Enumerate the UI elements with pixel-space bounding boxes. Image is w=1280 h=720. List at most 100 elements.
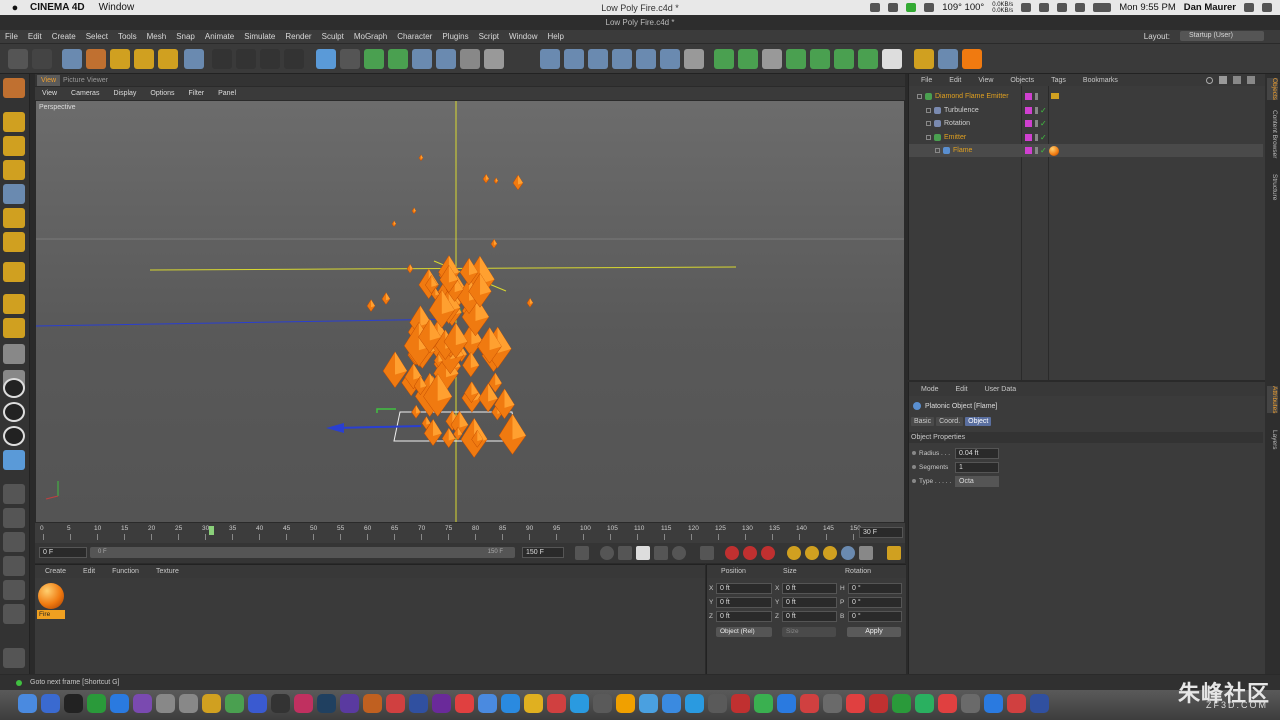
- ae-render-icon[interactable]: [455, 694, 474, 713]
- visibility-dots-icon[interactable]: [1035, 147, 1038, 154]
- snap-toggle-icon[interactable]: [938, 49, 958, 69]
- menu-plugins[interactable]: Plugins: [442, 32, 468, 41]
- uv-icon[interactable]: [3, 262, 25, 282]
- photo-icon[interactable]: [133, 694, 152, 713]
- messages-icon[interactable]: [501, 694, 520, 713]
- z-axis-lock-icon[interactable]: [3, 426, 25, 446]
- previous-key-icon[interactable]: [600, 546, 614, 560]
- enabled-check-icon[interactable]: ✓: [1040, 144, 1047, 157]
- object-name[interactable]: Flame: [953, 144, 972, 157]
- coord-position-field[interactable]: 0 ft: [716, 597, 772, 608]
- chrome-icon[interactable]: [64, 694, 83, 713]
- subdivision-surface-icon[interactable]: [364, 49, 384, 69]
- object-expand-icon[interactable]: [926, 107, 931, 113]
- lock-workplane-icon[interactable]: [3, 344, 25, 364]
- menu-mograph[interactable]: MoGraph: [354, 32, 387, 41]
- safari-icon[interactable]: [110, 694, 129, 713]
- coord-size-field[interactable]: 0 ft: [782, 583, 837, 594]
- visibility-dots-icon[interactable]: [1035, 93, 1038, 100]
- coord-mode-select[interactable]: Object (Rel): [716, 627, 772, 637]
- coord-rotation-field[interactable]: 0 °: [848, 597, 902, 608]
- cut-icon[interactable]: [3, 580, 25, 600]
- audition-icon[interactable]: [317, 694, 336, 713]
- object-row[interactable]: Diamond Flame Emitter: [909, 90, 1263, 103]
- undo-icon[interactable]: [8, 49, 28, 69]
- object-row[interactable]: Rotation ✓: [909, 117, 1263, 130]
- premiere-icon[interactable]: [340, 694, 359, 713]
- render-settings-icon[interactable]: [284, 49, 304, 69]
- attr-menu-mode[interactable]: Mode: [921, 386, 939, 393]
- menu-simulate[interactable]: Simulate: [244, 32, 275, 41]
- davinci-icon[interactable]: [294, 694, 313, 713]
- itunes-icon[interactable]: [593, 694, 612, 713]
- go-to-end-icon[interactable]: [700, 546, 714, 560]
- ical-icon[interactable]: [616, 694, 635, 713]
- side-tab-attributes[interactable]: Attributes: [1267, 386, 1278, 414]
- search-icon[interactable]: [1206, 77, 1213, 84]
- enabled-check-icon[interactable]: ✓: [1040, 104, 1047, 117]
- material-swatch[interactable]: Fire: [37, 582, 65, 620]
- evernote-icon[interactable]: [87, 694, 106, 713]
- layer-color-swatch[interactable]: [1025, 147, 1032, 154]
- object-menu-view[interactable]: View: [978, 77, 993, 84]
- ibooks-icon[interactable]: [524, 694, 543, 713]
- after-effects-icon[interactable]: [432, 694, 451, 713]
- photoshop-icon[interactable]: [409, 694, 428, 713]
- object-name[interactable]: Emitter: [944, 131, 966, 144]
- timeline-window-icon[interactable]: [887, 546, 901, 560]
- word-icon[interactable]: [846, 694, 865, 713]
- viewport-menu-view[interactable]: View: [42, 90, 57, 97]
- sculpt-icon[interactable]: [3, 508, 25, 528]
- notes-icon[interactable]: [156, 694, 175, 713]
- knife-icon[interactable]: [3, 648, 25, 668]
- side-tab-content-browser[interactable]: Content Browser: [1267, 110, 1278, 158]
- menu-snap[interactable]: Snap: [176, 32, 195, 41]
- floor-icon[interactable]: [436, 49, 456, 69]
- menu-help[interactable]: Help: [547, 32, 563, 41]
- attr-anim-dot-icon[interactable]: [912, 465, 916, 469]
- menu-edit[interactable]: Edit: [28, 32, 42, 41]
- object-expand-icon[interactable]: [917, 94, 922, 99]
- menu-file[interactable]: File: [5, 32, 18, 41]
- object-expand-icon[interactable]: [935, 148, 940, 153]
- render-picture-viewer-icon[interactable]: [236, 49, 256, 69]
- layer-color-swatch[interactable]: [1025, 106, 1032, 114]
- menu-create[interactable]: Create: [52, 32, 76, 41]
- coord-size-select[interactable]: Size: [782, 627, 836, 637]
- terminal-dock-icon[interactable]: [1007, 694, 1026, 713]
- rotation-key-icon[interactable]: [823, 546, 837, 560]
- facetime-icon[interactable]: [547, 694, 566, 713]
- timeline-ruler[interactable]: 0 5 10 15 20 25 30 35 40 45 50 55 60 65 70 75 80 85 90 95 10…: [35, 523, 905, 543]
- status-icon[interactable]: [924, 3, 935, 12]
- texture-axis-icon[interactable]: [3, 136, 25, 156]
- bluetooth-icon[interactable]: [1039, 3, 1050, 12]
- menu-mesh[interactable]: Mesh: [147, 32, 167, 41]
- music-icon[interactable]: [915, 694, 934, 713]
- menu-sculpt[interactable]: Sculpt: [322, 32, 344, 41]
- side-tab-objects[interactable]: Objects: [1267, 78, 1278, 101]
- viewport-solo-icon[interactable]: [3, 78, 25, 98]
- attr-property-field[interactable]: 0.04 ft: [955, 448, 999, 459]
- evernote-icon[interactable]: [906, 3, 917, 12]
- time-machine-icon[interactable]: [1021, 3, 1032, 12]
- attr-menu-user-data[interactable]: User Data: [985, 386, 1017, 393]
- wifi-icon[interactable]: [1057, 3, 1068, 12]
- menu-select[interactable]: Select: [86, 32, 108, 41]
- keyframe-selection-icon[interactable]: [761, 546, 775, 560]
- finder-icon[interactable]: [18, 694, 37, 713]
- photos-app-icon[interactable]: [869, 694, 888, 713]
- menu-tools[interactable]: Tools: [118, 32, 137, 41]
- object-menu-tags[interactable]: Tags: [1051, 77, 1066, 84]
- menu-extra-icon[interactable]: [870, 3, 881, 12]
- point-level-icon[interactable]: [859, 546, 873, 560]
- select-icon[interactable]: [184, 49, 204, 69]
- x-axis-lock-icon[interactable]: [3, 378, 25, 398]
- cinema4d-icon[interactable]: [202, 694, 221, 713]
- viewport-menu-options[interactable]: Options: [150, 90, 174, 97]
- object-expand-icon[interactable]: [926, 121, 931, 126]
- material-menu-texture[interactable]: Texture: [156, 568, 179, 575]
- acrobat-icon[interactable]: [777, 694, 796, 713]
- spotlight-icon[interactable]: [1244, 3, 1254, 12]
- user-name[interactable]: Dan Maurer: [1184, 2, 1236, 13]
- mail-app-icon[interactable]: [248, 694, 267, 713]
